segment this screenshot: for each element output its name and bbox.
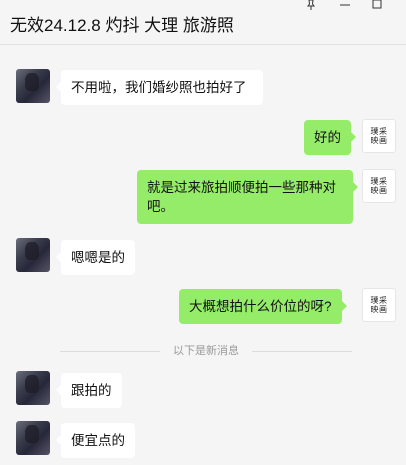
avatar-logo-text: 璞采 [370,296,388,305]
message-bubble-incoming[interactable]: 跟拍的 [56,373,122,408]
message-bubble-incoming[interactable]: 不用啦，我们婚纱照也拍好了 [56,70,263,105]
avatar-logo-text: 映画 [370,305,388,314]
message-bubble-outgoing[interactable]: 大概想拍什么价位的呀? [179,289,347,324]
contact-avatar[interactable] [16,69,50,103]
message-bubble-outgoing[interactable]: 好的 [304,120,356,155]
my-avatar[interactable]: 璞采 映画 [362,288,396,322]
contact-avatar[interactable] [16,421,50,455]
contact-avatar[interactable] [16,371,50,405]
new-messages-divider: 以下是新消息 [60,343,352,359]
chat-title: 无效24.12.8 灼抖 大理 旅游照 [10,16,234,35]
message-bubble-outgoing[interactable]: 就是过来旅拍顺便拍一些那种对吧。 [137,170,358,224]
message-bubble-incoming[interactable]: 便宜点的 [56,423,135,458]
chat-header: 无效24.12.8 灼抖 大理 旅游照 [0,0,406,44]
header-divider [0,44,406,45]
new-messages-label: 以下是新消息 [173,345,239,357]
contact-avatar[interactable] [16,238,50,272]
minimize-icon[interactable] [340,0,350,10]
my-avatar[interactable]: 璞采 映画 [362,119,396,153]
avatar-logo-text: 映画 [370,136,388,145]
my-avatar[interactable]: 璞采 映画 [362,169,396,203]
avatar-logo-text: 璞采 [370,127,388,136]
avatar-logo-text: 璞采 [370,177,388,186]
pin-icon[interactable] [306,0,316,10]
message-bubble-incoming[interactable]: 嗯嗯是的 [56,240,135,275]
avatar-logo-text: 映画 [370,186,388,195]
maximize-icon[interactable] [372,0,382,10]
